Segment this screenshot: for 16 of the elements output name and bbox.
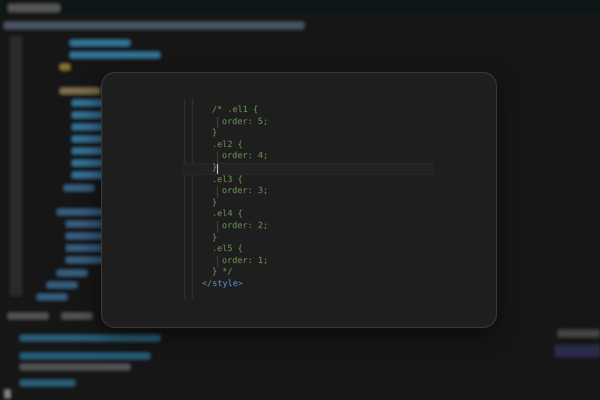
code-line: .el2 { bbox=[212, 140, 243, 152]
code-line: } bbox=[212, 232, 218, 244]
code-line: </style> bbox=[202, 278, 243, 290]
code-line: } bbox=[212, 162, 218, 175]
code-line: /* .el1 { bbox=[212, 105, 258, 117]
code-line: order: 5; bbox=[217, 116, 268, 128]
code-line: } */ bbox=[212, 267, 232, 279]
code-line: } bbox=[212, 198, 218, 210]
code-line: order: 1; bbox=[217, 256, 268, 268]
code-line: .el4 { bbox=[212, 209, 243, 221]
code-line: .el5 { bbox=[212, 244, 243, 256]
code-line: order: 2; bbox=[217, 220, 268, 233]
text-cursor bbox=[217, 164, 218, 174]
code-line: } bbox=[212, 128, 218, 140]
code-line: order: 3; bbox=[217, 186, 268, 198]
code-line: .el3 { bbox=[212, 174, 243, 186]
